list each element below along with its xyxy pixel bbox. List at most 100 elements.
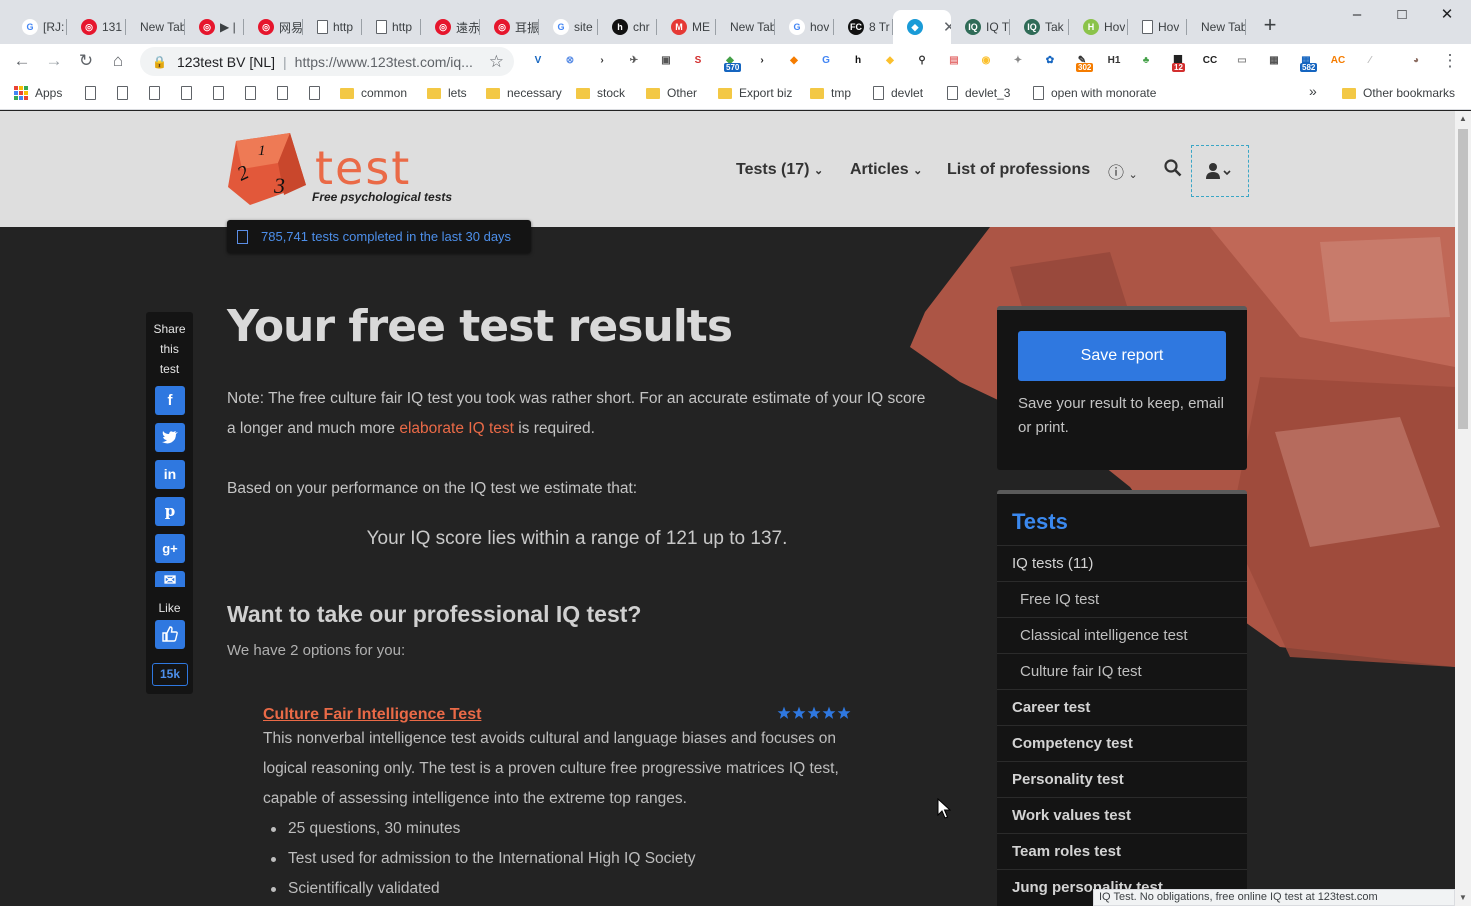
scroll-up-icon[interactable]: ▲ [1459,114,1467,123]
seo-extension-icon[interactable]: S [690,53,706,69]
arrow-extension-icon[interactable]: › [594,53,610,69]
browser-tab[interactable]: New Tab [1187,10,1246,44]
page-scrollbar[interactable]: ▲ ▼ [1455,111,1471,906]
like-button[interactable] [155,620,185,649]
avatar-icon[interactable]: ◕ [1408,53,1424,69]
tests-list-item[interactable]: Culture fair IQ test [997,653,1247,689]
browser-tab[interactable]: ◆ ✕ [893,10,951,44]
copy-extension-icon[interactable]: ▣ [658,53,674,69]
bird-extension-icon[interactable]: ✈ [626,53,642,69]
browser-tab[interactable]: Ghov [775,10,834,44]
bookmarks-overflow-button[interactable]: » [1309,83,1317,99]
puzzle-extension-icon[interactable]: ✦ [1010,53,1026,69]
apps-shortcut[interactable]: Apps [14,86,62,100]
magnifier-extension-icon[interactable]: ⚲ [914,53,930,69]
nav-tests[interactable]: Tests (17) ⌄ [736,161,823,179]
home-icon[interactable]: ⌂ [106,50,130,74]
pinterest-share-button[interactable]: p [155,497,185,526]
address-bar[interactable]: 🔒 123test BV [NL] | https://www.123test.… [140,47,514,76]
browser-tab[interactable]: ◎ ▶ | [185,10,244,44]
v-extension-icon[interactable]: V [530,53,546,69]
browser-tab[interactable]: ◎ 遠赤 [421,10,480,44]
page-bookmark[interactable] [277,86,288,100]
user-menu-button[interactable] [1191,145,1249,197]
other-bookmarks[interactable]: Other bookmarks [1342,86,1455,100]
elaborate-iq-test-link[interactable]: elaborate IQ test [399,420,514,437]
google-plus-share-button[interactable]: g+ [155,534,185,563]
notes-extension-icon[interactable]: ▇ 12 [1170,53,1186,72]
clover-extension-icon[interactable]: ♣ [1138,53,1154,69]
tests-list-item[interactable]: Team roles test [997,833,1247,869]
fox-extension-icon[interactable]: ◆ [786,53,802,69]
maximize-button[interactable]: □ [1387,4,1417,28]
browser-tab[interactable]: http [303,10,362,44]
close-window-button[interactable]: ✕ [1432,4,1462,28]
page-bookmark[interactable] [213,86,224,100]
twitter-share-button[interactable] [155,423,185,452]
bookmark-folder[interactable]: Other [646,86,697,100]
calc-extension-icon[interactable]: ▦ [1266,53,1282,69]
new-tab-button[interactable]: + [1258,14,1282,38]
minimize-button[interactable]: – [1342,4,1372,28]
bookmark-star-icon[interactable]: ☆ [489,52,504,72]
browser-tab[interactable]: G [RJ: [8,10,67,44]
reload-icon[interactable]: ↻ [74,50,98,74]
bookmark-folder[interactable]: common [340,86,407,100]
browser-tab[interactable]: h chr [598,10,657,44]
nav-professions[interactable]: List of professions [947,161,1090,179]
page-bookmark[interactable] [181,86,192,100]
play-extension-icon[interactable]: › [754,53,770,69]
browser-tab[interactable]: New Tab [126,10,185,44]
logo-cube-icon[interactable]: 1 2 3 [228,133,306,205]
scrollbar-thumb[interactable] [1458,129,1468,429]
browser-tab[interactable]: ◎ 网易 [244,10,303,44]
feather-extension-icon[interactable]: ⁄ [1362,53,1378,69]
browser-tab[interactable]: H Hov [1069,10,1128,44]
bookmark-folder[interactable]: stock [576,86,625,100]
bookmark-page[interactable]: devlet [873,86,923,100]
table-extension-icon[interactable]: ▦ 582 [1298,53,1318,72]
tests-list-item[interactable]: Personality test [997,761,1247,797]
page-bookmark[interactable] [309,86,320,100]
close-tab-icon[interactable]: ✕ [943,18,951,36]
bookmark-page[interactable]: devlet_3 [947,86,1010,100]
bookmark-folder[interactable]: Export biz [718,86,792,100]
browser-tab[interactable]: ◎ 耳振 [480,10,539,44]
browser-tab[interactable]: IQ Tak [1010,10,1069,44]
translate-extension-icon[interactable]: G [818,53,834,69]
linkedin-share-button[interactable]: in [155,460,185,489]
tests-list-item[interactable]: Competency test [997,725,1247,761]
page-bookmark[interactable] [149,86,160,100]
bookmark-page[interactable]: open with monorate [1033,86,1156,100]
h-extension-icon[interactable]: h [850,53,866,69]
browser-tab[interactable]: ◎ 131 [67,10,126,44]
browser-menu-icon[interactable]: ⋮ [1438,50,1462,74]
calendar-extension-icon[interactable]: ▤ [946,53,962,69]
email-share-button[interactable]: ✉ [155,571,185,587]
ac-extension-icon[interactable]: AC [1330,53,1346,69]
bookmark-folder[interactable]: lets [427,86,467,100]
bookmark-folder[interactable]: necessary [486,86,562,100]
tests-list-item[interactable]: IQ tests (11) [997,545,1247,581]
back-icon[interactable]: ← [10,50,34,74]
browser-tab[interactable]: IQ IQ T [951,10,1010,44]
scroll-down-icon[interactable]: ▼ [1459,893,1467,902]
box-extension-icon[interactable]: ▭ [1234,53,1250,69]
save-report-button[interactable]: Save report [1018,331,1226,381]
tests-list-item[interactable]: Free IQ test [997,581,1247,617]
logo-text[interactable]: test [315,141,411,195]
h1-extension-icon[interactable]: H1 [1106,53,1122,69]
tests-list-item[interactable]: Work values test [997,797,1247,833]
info-menu[interactable]: ⓘ ⌄ [1108,159,1138,183]
browser-tab[interactable]: M ME [657,10,716,44]
url-text[interactable]: https://www.123test.com/iq... [295,54,473,70]
tests-list-item[interactable]: Classical intelligence test [997,617,1247,653]
page-bookmark[interactable] [117,86,128,100]
browser-tab[interactable]: New Tab [716,10,775,44]
browser-tab[interactable]: Hov [1128,10,1187,44]
facebook-share-button[interactable]: f [155,386,185,415]
culture-fair-test-link[interactable]: Culture Fair Intelligence Test [263,706,481,724]
pen-extension-icon[interactable]: ✎ 302 [1074,53,1094,72]
browser-tab[interactable]: http [362,10,421,44]
bookmark-folder[interactable]: tmp [810,86,851,100]
